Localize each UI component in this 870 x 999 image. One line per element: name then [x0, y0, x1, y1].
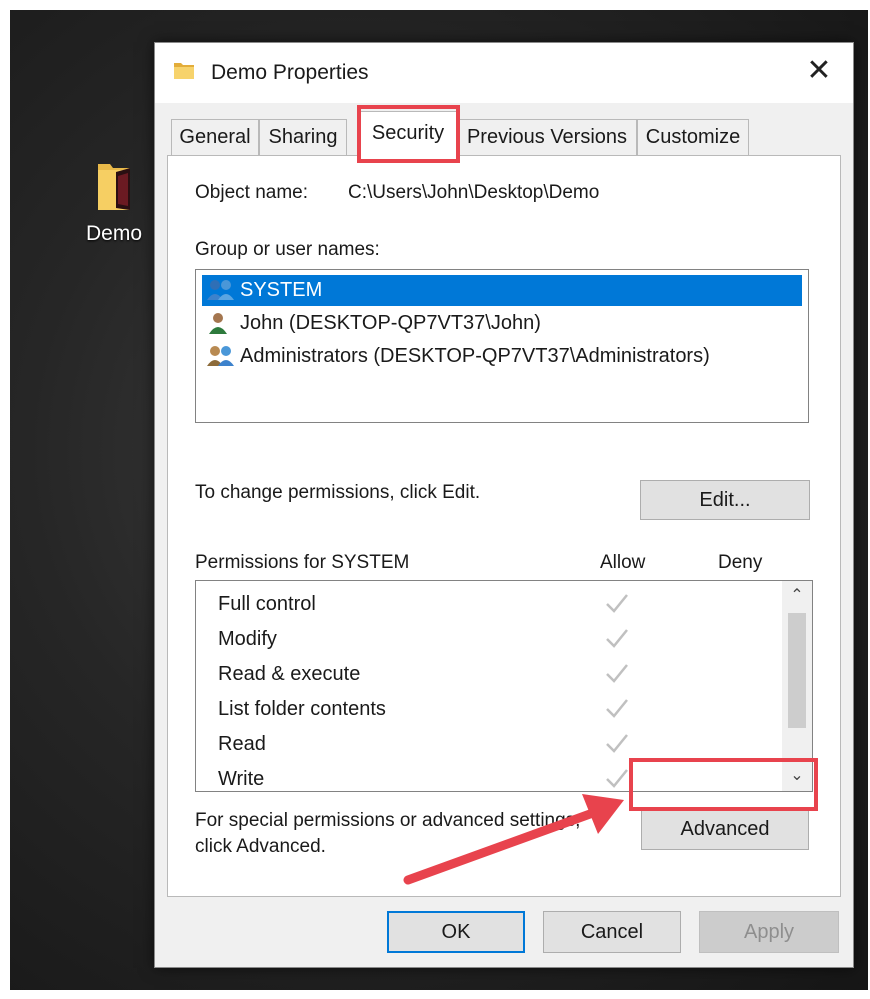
allow-check-icon	[604, 591, 630, 620]
list-item-system[interactable]: SYSTEM	[202, 275, 802, 306]
permission-name: Modify	[218, 628, 277, 650]
permission-name: Read & execute	[218, 663, 361, 685]
tab-general[interactable]: General	[171, 119, 259, 155]
permission-row: List folder contents	[196, 692, 776, 727]
list-item-john[interactable]: John (DESKTOP-QP7VT37\John)	[202, 308, 802, 339]
scroll-up-icon[interactable]: ⌃	[782, 581, 812, 611]
permissions-list: Full control Modify Read & execute List …	[195, 580, 813, 792]
group-users-icon	[206, 278, 236, 307]
apply-button[interactable]: Apply	[699, 911, 839, 953]
permission-name: Write	[218, 768, 265, 790]
tab-customize[interactable]: Customize	[637, 119, 749, 155]
group-user-names-label: Group or user names:	[195, 239, 380, 260]
edit-button[interactable]: Edit...	[640, 480, 810, 520]
advanced-button[interactable]: Advanced	[641, 808, 809, 850]
click-advanced-text: click Advanced.	[195, 836, 326, 857]
scroll-down-icon[interactable]: ⌄	[782, 761, 812, 791]
tab-previous-versions[interactable]: Previous Versions	[457, 119, 637, 155]
cancel-button[interactable]: Cancel	[543, 911, 681, 953]
object-name-value: C:\Users\John\Desktop\Demo	[348, 182, 600, 203]
allow-check-icon	[604, 696, 630, 725]
tab-sharing[interactable]: Sharing	[259, 119, 347, 155]
permission-row: Modify	[196, 622, 776, 657]
folder-icon	[96, 160, 132, 212]
permission-name: Read	[218, 733, 266, 755]
desktop-icon-label: Demo	[85, 222, 143, 245]
list-item-administrators[interactable]: Administrators (DESKTOP-QP7VT37\Administ…	[202, 341, 802, 372]
permissions-for-label: Permissions for SYSTEM	[195, 552, 410, 573]
list-item-label: SYSTEM	[240, 279, 323, 301]
deny-column-header: Deny	[718, 552, 763, 573]
close-button[interactable]: ✕	[799, 53, 839, 89]
folder-icon	[173, 59, 195, 86]
close-icon: ✕	[806, 54, 832, 87]
title-bar: Demo Properties ✕	[155, 43, 853, 103]
change-permissions-text: To change permissions, click Edit.	[195, 482, 481, 503]
list-item-label: Administrators (DESKTOP-QP7VT37\Administ…	[240, 345, 710, 367]
vertical-scrollbar[interactable]: ⌃ ⌄	[782, 581, 812, 791]
object-name-label: Object name:	[195, 182, 308, 203]
desktop-folder-demo[interactable]: Demo	[78, 160, 150, 246]
allow-check-icon	[604, 731, 630, 760]
allow-check-icon	[604, 661, 630, 690]
user-icon	[206, 311, 236, 340]
admin-group-icon	[206, 344, 236, 373]
allow-column-header: Allow	[600, 552, 646, 573]
list-item-label: John (DESKTOP-QP7VT37\John)	[240, 312, 541, 334]
permission-row: Full control	[196, 587, 776, 622]
allow-check-icon	[604, 626, 630, 655]
annotation-arrow-icon	[400, 782, 630, 897]
permission-name: Full control	[218, 593, 316, 615]
ok-button[interactable]: OK	[387, 911, 525, 953]
permission-name: List folder contents	[218, 698, 386, 720]
user-list[interactable]: SYSTEM John (DESKTOP-QP7VT37\John) Admin…	[195, 269, 809, 423]
permission-row: Read & execute	[196, 657, 776, 692]
permission-row: Read	[196, 727, 776, 762]
window-title: Demo Properties	[211, 61, 369, 84]
scroll-thumb[interactable]	[788, 613, 806, 728]
tab-security[interactable]: Security	[359, 111, 457, 157]
